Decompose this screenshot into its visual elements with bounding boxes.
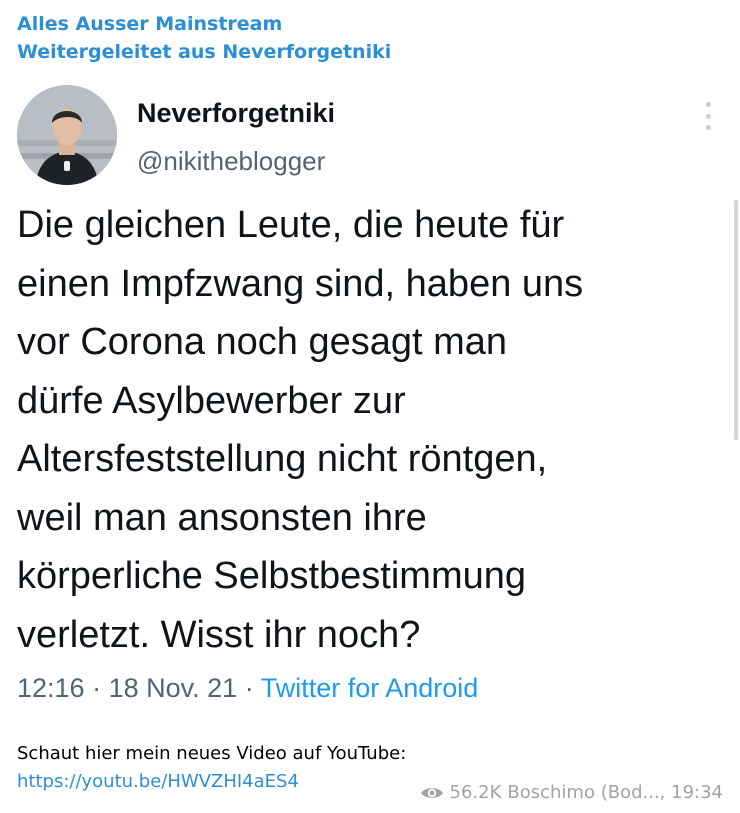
channel-name[interactable]: Alles Ausser Mainstream: [17, 10, 391, 38]
tweet-source[interactable]: Twitter for Android: [261, 673, 479, 703]
scrollbar[interactable]: [734, 200, 738, 440]
tweet-meta: 12:16 · 18 Nov. 21 · Twitter for Android: [17, 673, 478, 704]
tweet-time: 12:16: [17, 673, 85, 703]
message-footer: 56.2K Boschimo (Bod..., 19:34: [420, 782, 723, 803]
forwarded-from[interactable]: Weitergeleitet aus Neverforgetniki: [17, 38, 391, 66]
meta-separator: ·: [244, 673, 261, 703]
meta-separator: ·: [92, 673, 109, 703]
avatar[interactable]: [17, 85, 117, 185]
tweet-text: Die gleichen Leute, die heute für einen …: [17, 204, 584, 656]
eye-icon: [420, 787, 443, 798]
channel-header: Alles Ausser Mainstream Weitergeleitet a…: [17, 10, 391, 66]
tweet-date: 18 Nov. 21: [108, 673, 238, 703]
message-caption: Schaut hier mein neues Video auf YouTube…: [17, 743, 407, 764]
tweet-author-name[interactable]: Neverforgetniki: [137, 98, 335, 129]
view-count: 56.2K: [449, 782, 502, 803]
tweet-card: Neverforgetniki @nikitheblogger Die glei…: [0, 80, 740, 730]
youtube-link[interactable]: https://youtu.be/HWVZHI4aES4: [17, 768, 299, 796]
avatar-image: [17, 85, 117, 185]
more-vertical-icon[interactable]: [698, 102, 718, 130]
message-author-time: Boschimo (Bod..., 19:34: [507, 782, 723, 803]
tweet-author-handle[interactable]: @nikitheblogger: [137, 146, 325, 177]
